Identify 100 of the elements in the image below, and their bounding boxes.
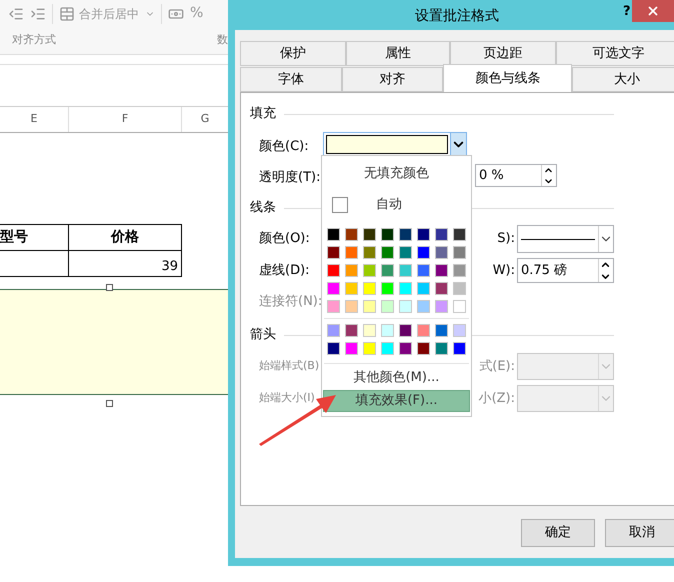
color-swatch[interactable] <box>435 246 448 259</box>
field-label: 始端样式(B) <box>259 358 320 374</box>
color-swatch[interactable] <box>435 342 448 355</box>
increase-indent-icon[interactable] <box>30 6 46 22</box>
color-swatch[interactable] <box>453 342 466 355</box>
dialog-button[interactable]: 取消 <box>605 519 674 547</box>
color-swatch[interactable] <box>417 300 430 313</box>
color-swatch[interactable] <box>363 246 376 259</box>
color-swatch[interactable] <box>381 264 394 277</box>
field-label: 透明度(T): <box>259 170 320 184</box>
color-swatch[interactable] <box>435 300 448 313</box>
menu-item[interactable]: 无填充颜色 <box>322 156 471 191</box>
color-swatch[interactable] <box>399 228 412 241</box>
color-swatch[interactable] <box>417 228 430 241</box>
merge-cells-icon <box>59 6 75 22</box>
tab[interactable]: 保护 <box>240 41 346 66</box>
menu-item[interactable]: 其他颜色(M)... <box>354 366 440 390</box>
color-swatch[interactable] <box>327 282 340 295</box>
close-icon <box>646 4 660 18</box>
color-swatch[interactable] <box>345 264 358 277</box>
color-swatch[interactable] <box>345 300 358 313</box>
tab[interactable]: 字体 <box>240 67 342 92</box>
color-swatch[interactable] <box>453 300 466 313</box>
color-swatch[interactable] <box>345 342 358 355</box>
transparency-field[interactable]: 0 % <box>475 164 557 187</box>
color-swatch[interactable] <box>327 246 340 259</box>
color-swatch[interactable] <box>363 264 376 277</box>
group-label: 数 <box>217 32 228 48</box>
color-swatch[interactable] <box>327 264 340 277</box>
color-swatch[interactable] <box>363 228 376 241</box>
close-button[interactable] <box>632 0 674 22</box>
color-swatch[interactable] <box>399 342 412 355</box>
color-swatch[interactable] <box>345 282 358 295</box>
color-swatch[interactable] <box>453 282 466 295</box>
field-label: 颜色(C): <box>259 138 309 154</box>
dialog-button[interactable]: 确定 <box>521 519 595 547</box>
color-swatch[interactable] <box>381 228 394 241</box>
color-swatch[interactable] <box>417 246 430 259</box>
tab[interactable]: 可选文字 <box>556 41 674 66</box>
color-swatch[interactable] <box>399 282 412 295</box>
color-dropdown[interactable] <box>323 132 467 157</box>
color-swatch[interactable] <box>327 300 340 313</box>
table-cell: 型号 <box>0 225 69 251</box>
tab[interactable]: 页边距 <box>450 41 556 66</box>
column-header[interactable]: G <box>182 107 228 132</box>
color-swatch[interactable] <box>417 342 430 355</box>
color-swatch[interactable] <box>381 342 394 355</box>
color-swatch[interactable] <box>363 324 376 337</box>
window-title: 设置批注格式 <box>415 7 499 26</box>
color-swatch[interactable] <box>345 228 358 241</box>
group-label: 对齐方式 <box>12 32 56 48</box>
color-swatch[interactable] <box>435 228 448 241</box>
color-swatch[interactable] <box>453 246 466 259</box>
color-swatch[interactable] <box>327 324 340 337</box>
color-swatch[interactable] <box>345 246 358 259</box>
end-size-dropdown[interactable] <box>517 385 614 412</box>
tab[interactable]: 颜色与线条 <box>443 64 572 92</box>
color-swatch[interactable] <box>417 324 430 337</box>
color-swatch[interactable] <box>399 264 412 277</box>
color-swatch[interactable] <box>399 246 412 259</box>
menu-item[interactable]: 填充效果(F)... <box>323 390 470 412</box>
tab[interactable]: 属性 <box>346 41 450 66</box>
color-swatch[interactable] <box>453 264 466 277</box>
color-swatch[interactable] <box>453 324 466 337</box>
color-swatch[interactable] <box>327 228 340 241</box>
color-swatch[interactable] <box>453 228 466 241</box>
table-cell: 价格 <box>69 225 182 251</box>
resize-handle[interactable] <box>106 400 113 407</box>
color-swatch[interactable] <box>381 246 394 259</box>
color-swatch[interactable] <box>327 342 340 355</box>
color-swatch[interactable] <box>381 282 394 295</box>
column-header[interactable]: E <box>0 107 69 132</box>
color-swatch[interactable] <box>399 300 412 313</box>
line-weight-field[interactable]: 0.75 磅 <box>517 258 614 283</box>
color-swatch[interactable] <box>435 282 448 295</box>
resize-handle[interactable] <box>106 284 113 291</box>
field-label: 虚线(D): <box>259 262 310 280</box>
automatic-swatch[interactable] <box>332 197 348 213</box>
section-heading: 线条 <box>250 199 276 218</box>
field-label: 连接符(N): <box>259 293 322 312</box>
color-swatch[interactable] <box>363 342 376 355</box>
tab[interactable]: 大小 <box>572 67 674 92</box>
field-label: S): <box>497 230 515 248</box>
color-swatch[interactable] <box>381 324 394 337</box>
help-button[interactable]: ? <box>623 2 631 22</box>
line-style-dropdown[interactable] <box>517 225 614 253</box>
color-swatch[interactable] <box>435 324 448 337</box>
color-swatch[interactable] <box>363 300 376 313</box>
tab[interactable]: 对齐 <box>342 67 444 92</box>
color-swatch[interactable] <box>381 300 394 313</box>
menu-item[interactable]: 自动 <box>376 195 402 215</box>
color-swatch[interactable] <box>417 264 430 277</box>
color-swatch[interactable] <box>345 324 358 337</box>
column-header[interactable]: F <box>69 107 182 132</box>
color-swatch[interactable] <box>417 282 430 295</box>
decrease-indent-icon[interactable] <box>8 6 24 22</box>
section-heading: 填充 <box>250 105 276 124</box>
color-swatch[interactable] <box>435 264 448 277</box>
color-swatch[interactable] <box>399 324 412 337</box>
color-swatch[interactable] <box>363 282 376 295</box>
